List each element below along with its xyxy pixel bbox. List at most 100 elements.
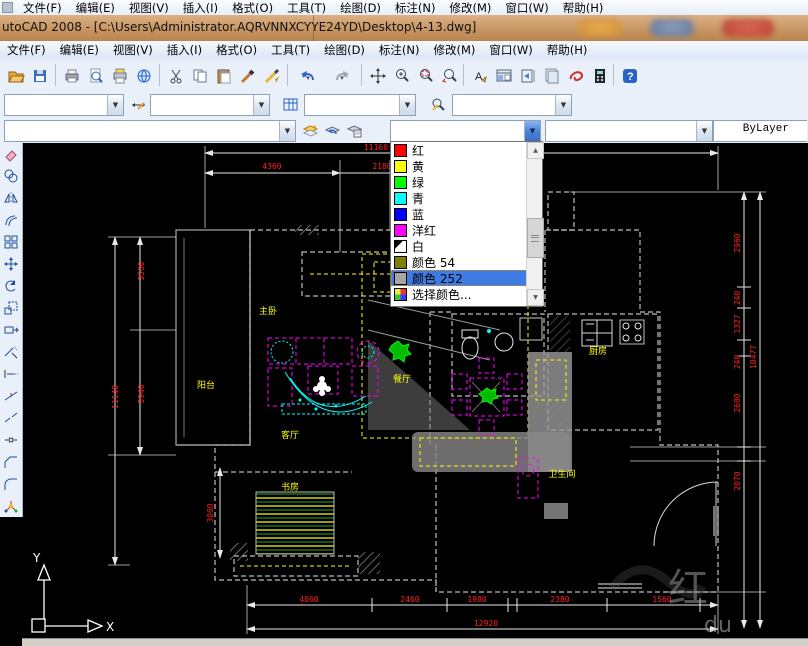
paste-button[interactable] xyxy=(212,63,236,89)
chamfer-button[interactable] xyxy=(0,451,21,473)
menu-item[interactable]: 修改(M) xyxy=(443,0,499,16)
menu-item[interactable]: 插入(I) xyxy=(160,42,209,58)
table-style-icon[interactable] xyxy=(280,94,300,114)
color-option-red[interactable]: 红 xyxy=(391,142,542,158)
combo-arrow-icon[interactable]: ▼ xyxy=(696,121,712,141)
markup-set-manager-button[interactable] xyxy=(564,63,588,89)
table-style-combo[interactable]: ▼ xyxy=(304,94,416,116)
make-layer-current-icon[interactable] xyxy=(300,120,320,140)
save-button[interactable] xyxy=(28,63,52,89)
scale-button[interactable] xyxy=(0,297,21,319)
match-properties-button[interactable] xyxy=(236,63,260,89)
scroll-down-icon[interactable]: ▼ xyxy=(527,289,544,306)
block-editor-button[interactable] xyxy=(260,63,284,89)
color-option-252-selected[interactable]: 颜色 252 xyxy=(391,270,542,286)
layer-previous-icon[interactable] xyxy=(322,120,342,140)
color-combo-arrow-icon[interactable]: ▼ xyxy=(524,121,540,141)
scrollbar-thumb[interactable] xyxy=(527,218,544,258)
dim-style-combo[interactable]: ▼ xyxy=(150,94,270,116)
tool-palettes-button[interactable] xyxy=(516,63,540,89)
menu-item[interactable]: 插入(I) xyxy=(176,0,225,16)
undo-dropdown-arrow[interactable]: ▾ xyxy=(306,74,310,82)
layer-combo[interactable]: ▼ xyxy=(4,120,296,142)
color-option-54[interactable]: 颜色 54 xyxy=(391,254,542,270)
undo-button[interactable]: ▾ xyxy=(292,63,324,89)
cut-button[interactable] xyxy=(164,63,188,89)
layer-properties-icon[interactable] xyxy=(344,120,364,140)
trim-button[interactable] xyxy=(0,341,21,363)
linetype-combo[interactable]: ▼ xyxy=(545,120,713,142)
break-button[interactable] xyxy=(0,407,21,429)
lineweight-combo[interactable]: ByLayer xyxy=(713,120,807,142)
color-option-blue[interactable]: 蓝 xyxy=(391,206,542,222)
menu-item[interactable]: 绘图(D) xyxy=(317,42,372,58)
join-button[interactable] xyxy=(0,429,21,451)
combo-arrow-icon[interactable]: ▼ xyxy=(253,95,269,115)
menu-item[interactable]: 绘图(D) xyxy=(333,0,388,16)
explode-button[interactable] xyxy=(0,495,21,517)
menu-item[interactable]: 窗口(W) xyxy=(482,42,539,58)
color-option-green[interactable]: 绿 xyxy=(391,174,542,190)
zoom-window-button[interactable] xyxy=(414,63,438,89)
text-style-combo[interactable]: ▼ xyxy=(4,94,124,116)
scroll-up-icon[interactable]: ▲ xyxy=(527,142,544,159)
plot-button[interactable] xyxy=(108,63,132,89)
erase-button[interactable] xyxy=(0,143,21,165)
offset-button[interactable] xyxy=(0,209,21,231)
find-button[interactable]: A xyxy=(468,63,492,89)
copy-button[interactable] xyxy=(0,165,21,187)
menu-item[interactable]: 格式(O) xyxy=(225,0,280,16)
title-bar[interactable]: utoCAD 2008 - [C:\Users\Administrator.AQ… xyxy=(0,15,808,43)
menu-item[interactable]: 标注(N) xyxy=(372,42,427,58)
publish-button[interactable] xyxy=(132,63,156,89)
menu-item[interactable]: 视图(V) xyxy=(122,0,176,16)
menu-item[interactable]: 编辑(E) xyxy=(53,42,106,58)
sheet-set-manager-button[interactable] xyxy=(540,63,564,89)
stretch-button[interactable] xyxy=(0,319,21,341)
plot-style-combo[interactable]: ▼ xyxy=(452,94,572,116)
menu-item[interactable]: 工具(T) xyxy=(280,0,333,16)
menu-item[interactable]: 文件(F) xyxy=(16,0,69,16)
menu-item[interactable]: 帮助(H) xyxy=(540,42,595,58)
fillet-button[interactable] xyxy=(0,473,21,495)
designcenter-button[interactable] xyxy=(492,63,516,89)
extend-button[interactable] xyxy=(0,363,21,385)
help-button[interactable]: ? xyxy=(618,63,642,89)
color-option-magenta[interactable]: 洋红 xyxy=(391,222,542,238)
combo-arrow-icon[interactable]: ▼ xyxy=(555,95,571,115)
menu-item[interactable]: 文件(F) xyxy=(0,42,53,58)
redo-dropdown-arrow[interactable]: ▾ xyxy=(340,74,344,82)
menu-item[interactable]: 工具(T) xyxy=(264,42,317,58)
break-at-point-button[interactable] xyxy=(0,385,21,407)
color-combo[interactable]: ▼ xyxy=(390,120,541,142)
menu-item[interactable]: 标注(N) xyxy=(388,0,443,16)
move-button[interactable] xyxy=(0,253,21,275)
dropdown-scrollbar[interactable]: ▲ ▼ xyxy=(526,142,544,306)
redo-button[interactable]: ▾ xyxy=(326,63,358,89)
copy-button[interactable] xyxy=(188,63,212,89)
color-option-white[interactable]: 白 xyxy=(391,238,542,254)
zoom-previous-button[interactable] xyxy=(438,63,462,89)
quick-select-icon[interactable] xyxy=(428,94,448,114)
print-preview-button[interactable] xyxy=(84,63,108,89)
pan-button[interactable] xyxy=(366,63,390,89)
open-button[interactable] xyxy=(4,63,28,89)
rotate-button[interactable] xyxy=(0,275,21,297)
menu-item[interactable]: 窗口(W) xyxy=(498,0,555,16)
menu-item[interactable]: 视图(V) xyxy=(106,42,160,58)
menu-item[interactable]: 修改(M) xyxy=(427,42,483,58)
zoom-realtime-button[interactable] xyxy=(390,63,414,89)
color-option-yellow[interactable]: 黄 xyxy=(391,158,542,174)
color-option-select-color[interactable]: 选择颜色... xyxy=(391,286,542,302)
combo-arrow-icon[interactable]: ▼ xyxy=(107,95,123,115)
color-option-cyan[interactable]: 青 xyxy=(391,190,542,206)
print-button[interactable] xyxy=(60,63,84,89)
combo-arrow-icon[interactable]: ▼ xyxy=(279,121,295,141)
mirror-button[interactable] xyxy=(0,187,21,209)
menu-item[interactable]: 帮助(H) xyxy=(556,0,611,16)
combo-arrow-icon[interactable]: ▼ xyxy=(399,95,415,115)
dim-style-icon[interactable] xyxy=(128,94,148,114)
array-button[interactable] xyxy=(0,231,21,253)
quick-calc-button[interactable] xyxy=(588,63,612,89)
menu-item[interactable]: 格式(O) xyxy=(209,42,264,58)
